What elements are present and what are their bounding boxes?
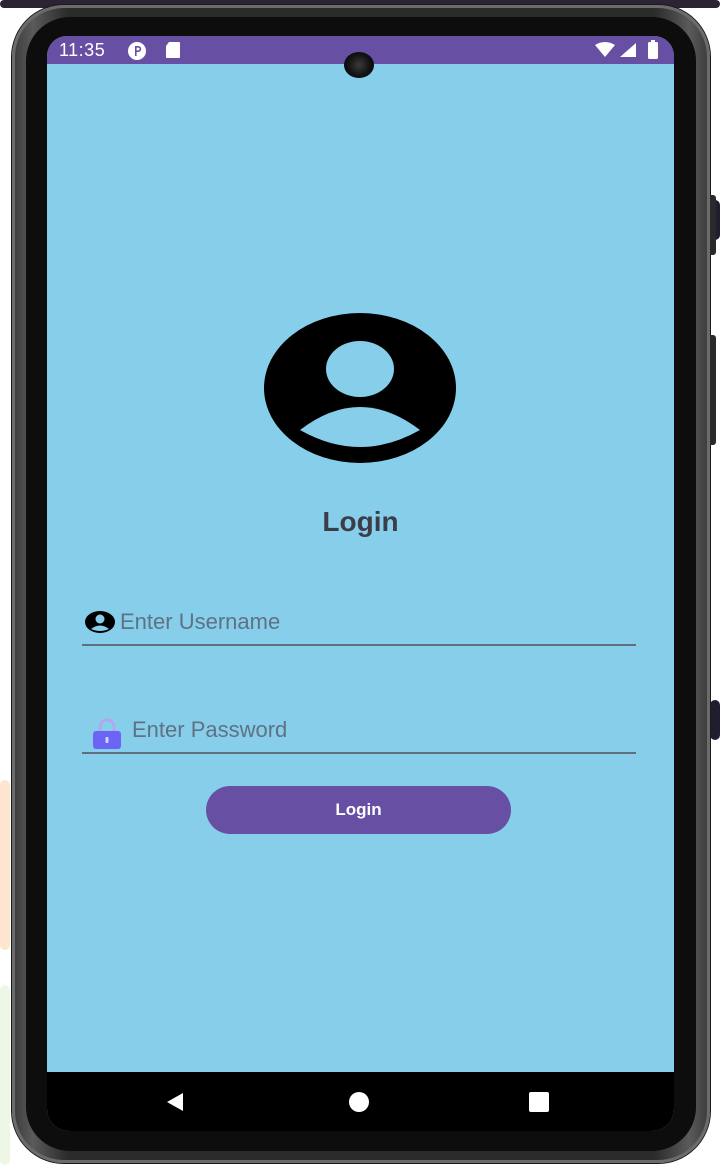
login-button[interactable]: Login bbox=[206, 786, 511, 834]
notification-p-icon bbox=[128, 42, 146, 60]
username-field-container bbox=[82, 604, 636, 646]
navigation-bar bbox=[47, 1072, 674, 1131]
login-screen: Login Login bbox=[47, 64, 674, 1072]
person-icon bbox=[85, 611, 115, 633]
page-title: Login bbox=[322, 506, 399, 537]
status-time: 11:35 bbox=[59, 40, 106, 60]
background-fragment bbox=[710, 700, 720, 740]
battery-icon bbox=[648, 40, 658, 59]
signal-icon bbox=[620, 43, 636, 57]
password-field-container bbox=[82, 712, 636, 754]
recents-icon[interactable] bbox=[528, 1091, 550, 1113]
stage: 11:35 Login Enter Username Login bbox=[0, 0, 720, 1167]
sd-card-icon bbox=[166, 42, 180, 58]
volume-button[interactable] bbox=[710, 335, 716, 445]
account-circle-icon bbox=[264, 313, 456, 463]
password-input[interactable] bbox=[132, 712, 592, 748]
lock-icon bbox=[93, 718, 121, 749]
wifi-icon bbox=[595, 42, 615, 57]
power-button[interactable] bbox=[710, 195, 716, 255]
phone-screen: 11:35 Login Enter Username Login bbox=[47, 36, 674, 1131]
username-input[interactable] bbox=[120, 604, 580, 640]
front-camera bbox=[344, 52, 374, 78]
background-fragment bbox=[0, 780, 10, 950]
background-fragment bbox=[0, 985, 10, 1165]
home-icon[interactable] bbox=[348, 1091, 370, 1113]
back-icon[interactable] bbox=[165, 1092, 185, 1112]
